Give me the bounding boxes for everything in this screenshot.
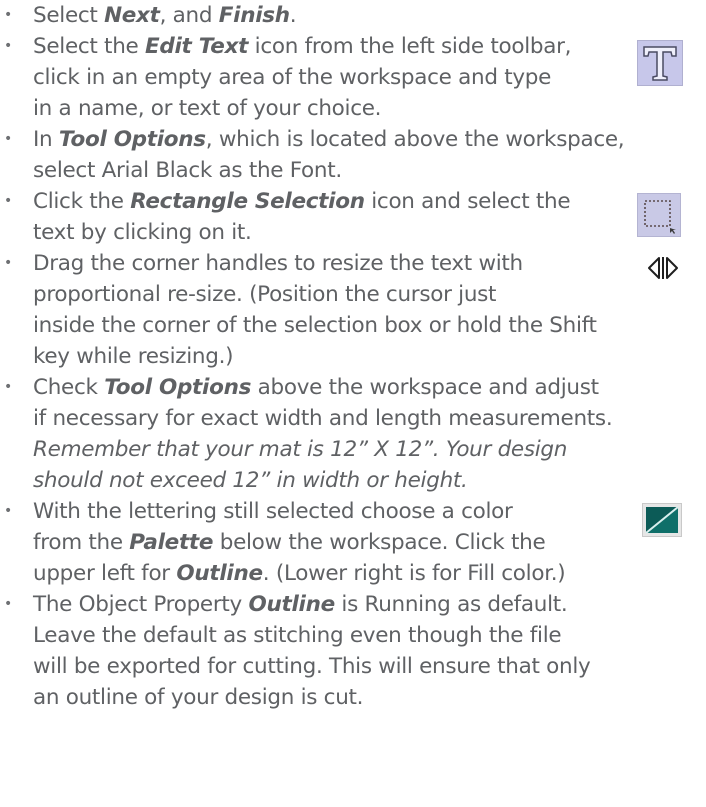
instruction-list: • Select Next, and Finish. • Select the … [0, 0, 706, 807]
line: an outline of your design is cut. [33, 685, 364, 710]
line: upper left for Outline. (Lower right is … [33, 561, 566, 586]
bullet: • [4, 193, 12, 209]
line: from the Palette below the workspace. Cl… [33, 530, 546, 555]
line: Select Next, and Finish. [33, 3, 297, 28]
palette-color-icon [642, 503, 682, 537]
line: if necessary for exact width and length … [33, 406, 613, 431]
line: in a name, or text of your choice. [33, 96, 382, 121]
line: With the lettering still selected choose… [33, 499, 513, 524]
line: Select the Edit Text icon from the left … [33, 34, 572, 59]
line: select Arial Black as the Font. [33, 158, 342, 183]
bullet: • [4, 503, 12, 519]
line: text by clicking on it. [33, 220, 252, 245]
line: key while resizing.) [33, 344, 234, 369]
resize-cursor-icon [647, 256, 679, 280]
line: Click the Rectangle Selection icon and s… [33, 189, 571, 214]
line: click in an empty area of the workspace … [33, 65, 552, 90]
line: proportional re-size. (Position the curs… [33, 282, 497, 307]
line: will be exported for cutting. This will … [33, 654, 591, 679]
line: In Tool Options, which is located above … [33, 127, 625, 152]
line: should not exceed 12” in width or height… [33, 468, 468, 493]
bullet: • [4, 38, 12, 54]
bullet: • [4, 379, 12, 395]
line: Drag the corner handles to resize the te… [33, 251, 523, 276]
edit-text-icon [637, 40, 683, 86]
line: Leave the default as stitching even thou… [33, 623, 562, 648]
bullet: • [4, 7, 12, 23]
bullet: • [4, 131, 12, 147]
line: Check Tool Options above the workspace a… [33, 375, 599, 400]
line: inside the corner of the selection box o… [33, 313, 597, 338]
rectangle-selection-icon [637, 193, 681, 237]
line: The Object Property Outline is Running a… [33, 592, 568, 617]
line: Remember that your mat is 12” X 12”. You… [33, 437, 568, 462]
bullet: • [4, 596, 12, 612]
bullet: • [4, 255, 12, 271]
